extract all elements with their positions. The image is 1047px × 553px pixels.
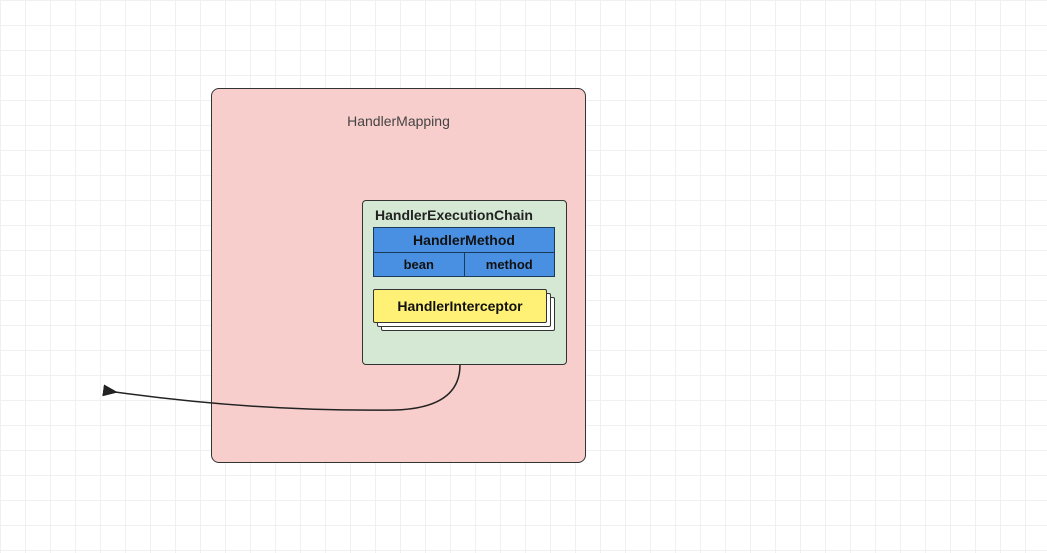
handler-execution-chain-title: HandlerExecutionChain [375,207,556,223]
handler-method-method-cell: method [465,253,555,276]
handler-execution-chain-box: HandlerExecutionChain HandlerMethod bean… [362,200,567,365]
handler-interceptor-label: HandlerInterceptor [397,298,522,314]
handler-method-title: HandlerMethod [374,228,554,253]
handler-mapping-title: HandlerMapping [212,113,585,129]
handler-interceptor-stack: HandlerInterceptor [373,289,559,333]
handler-method-row: bean method [374,253,554,276]
handler-method-block: HandlerMethod bean method [373,227,555,277]
handler-method-bean-cell: bean [374,253,465,276]
interceptor-card-front: HandlerInterceptor [373,289,547,323]
